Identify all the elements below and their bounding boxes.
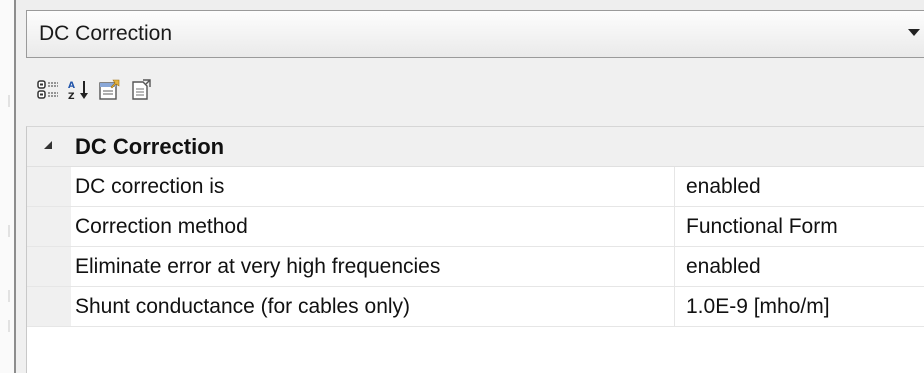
column-divider [674,287,675,327]
property-pages-button[interactable] [98,78,122,102]
property-grid: DC Correction DC correction is enabled C… [26,126,924,373]
property-value[interactable]: enabled [686,255,761,279]
property-value[interactable]: enabled [686,175,761,199]
outer-frame [0,0,14,373]
events-icon [132,79,151,100]
alphabetical-sort-icon: A Z [68,81,88,101]
property-value[interactable]: 1.0E-9 [mho/m] [686,295,830,319]
column-divider [674,207,675,247]
property-row[interactable]: DC correction is enabled [27,167,924,207]
property-name: DC correction is [75,175,225,198]
frame-tick [8,320,10,332]
property-value[interactable]: Functional Form [686,215,838,239]
categorized-button[interactable] [36,78,60,102]
property-row[interactable]: Correction method Functional Form [27,207,924,247]
object-selector-value: DC Correction [39,22,173,45]
properties-panel: DC Correction A Z DC Correction DC corre… [14,0,924,373]
grid-empty-area [27,327,924,373]
object-selector-combobox[interactable]: DC Correction [26,10,924,58]
property-name: Eliminate error at very high frequencies [75,255,441,278]
frame-tick [8,225,10,237]
column-divider [674,247,675,287]
property-name: Correction method [75,215,248,238]
property-row[interactable]: Eliminate error at very high frequencies… [27,247,924,287]
property-toolbar: A Z [26,72,924,108]
panel-top-strip [16,0,924,10]
column-divider [674,167,675,207]
svg-text:Z: Z [68,92,75,101]
property-pages-icon [99,79,120,100]
svg-text:A: A [68,81,75,91]
property-name: Shunt conductance (for cables only) [75,295,411,318]
collapse-triangle-icon[interactable] [44,141,52,149]
alphabetical-button[interactable]: A Z [67,78,91,102]
categorized-icon [37,80,58,99]
events-button[interactable] [129,78,153,102]
frame-tick [8,290,10,302]
property-row[interactable]: Shunt conductance (for cables only) 1.0E… [27,287,924,327]
category-row-dc-correction[interactable]: DC Correction [27,127,924,167]
dropdown-arrow-icon[interactable] [908,29,920,36]
frame-tick [8,95,10,107]
category-label: DC Correction [75,134,225,159]
